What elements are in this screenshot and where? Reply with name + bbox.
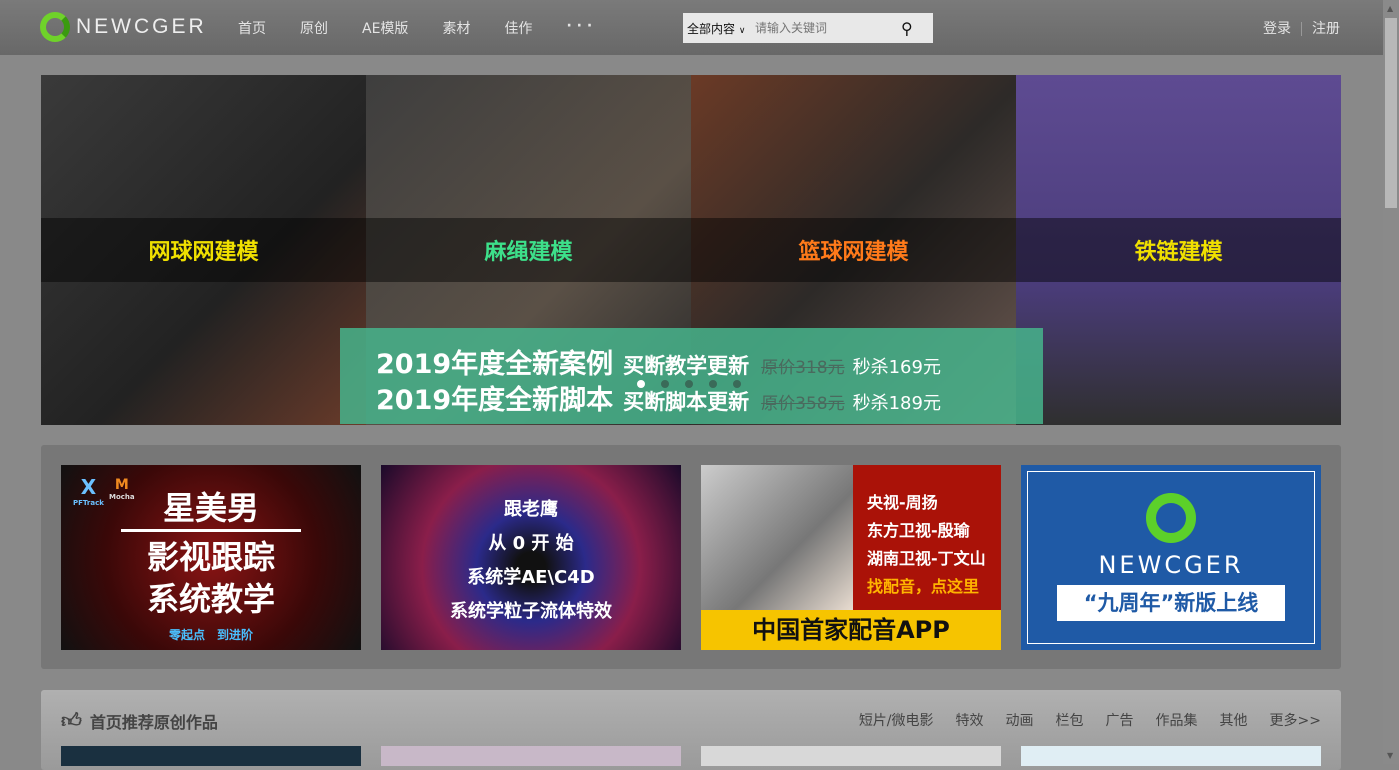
ad-tag: 零起点 到进阶 [61,626,361,643]
carousel-dots [637,380,741,388]
scroll-up-icon[interactable]: ▲ [1387,4,1393,13]
promo-row: 2019年度全新案例买断教学更新原价318元秒杀169元 [376,342,1043,378]
work-thumbnail[interactable] [1021,746,1321,766]
work-thumbnail[interactable] [701,746,1001,766]
promo-new-price: 秒杀189元 [853,389,941,415]
recommend-section: 👍︎ 首页推荐原创作品 短片/微电影 特效 动画 栏包 广告 作品集 其他 更多>… [41,690,1341,770]
ad-footer: 中国首家配音APP [701,610,1001,650]
carousel-dot[interactable] [709,380,717,388]
promo-sub: 买断脚本更新 [623,386,749,416]
panel-label: 铁链建模 [1016,218,1341,282]
ad-line: 从 0 开 始 [381,527,681,561]
brand-name: PFTrack [73,499,104,507]
ad-line: 东方卫视-殷瑜 [867,517,986,545]
nav-ae-templates[interactable]: AE模版 [362,18,408,38]
promo-box[interactable]: 2019年度全新案例买断教学更新原价318元秒杀169元 2019年度全新脚本买… [340,328,1043,424]
nav-original[interactable]: 原创 [300,18,328,38]
category-links: 短片/微电影 特效 动画 栏包 广告 作品集 其他 更多>> [859,710,1321,730]
carousel-dot[interactable] [661,380,669,388]
scrollbar[interactable]: ▲ ▼ [1383,0,1399,764]
chevron-down-icon: ∨ [739,26,746,36]
panel-label: 篮球网建模 [691,218,1016,282]
auth-links: 登录 注册 [1263,18,1340,38]
category-link[interactable]: 动画 [1006,710,1034,730]
panel-label: 麻绳建模 [366,218,691,282]
brand-name: Mocha [109,493,135,501]
panel-label: 网球网建模 [41,218,366,282]
carousel-dot[interactable] [637,380,645,388]
category-link[interactable]: 作品集 [1156,710,1198,730]
category-link[interactable]: 短片/微电影 [859,710,934,730]
banner-panel[interactable]: 铁链建模 [1016,75,1341,425]
section-title: 首页推荐原创作品 [90,709,218,733]
category-link[interactable]: 栏包 [1056,710,1084,730]
ad-line: 跟老鹰 [381,465,681,527]
promo-title: 2019年度全新案例 [376,342,613,381]
hero-carousel[interactable]: 网球网建模 麻绳建模 篮球网建模 铁链建模 2019年度全新案例买断教学更新原价… [41,75,1341,425]
mocha-logo: MMocha [109,477,135,501]
search-icon[interactable]: ⚲ [901,19,913,38]
carousel-dot[interactable] [733,380,741,388]
top-header: NEWCGER 首页 原创 AE模版 素材 佳作 · · · 全部内容 ∨ ⚲ … [0,0,1383,55]
work-thumbnail[interactable] [61,746,361,766]
more-link[interactable]: 更多>> [1270,710,1321,730]
login-link[interactable]: 登录 [1263,21,1291,37]
work-thumbnail[interactable] [381,746,681,766]
ad-cta: 找配音，点这里 [867,573,986,601]
search-input[interactable] [755,21,895,35]
promo-title: 2019年度全新脚本 [376,378,613,417]
ad-line: 湖南卫视-丁文山 [867,545,986,573]
promo-new-price: 秒杀169元 [853,353,941,379]
ad-line: 系统教学 [61,578,361,620]
ad-section: XPFTrack MMocha 星美男 影视跟踪 系统教学 零起点 到进阶 跟老… [41,445,1341,669]
ad-anniversary[interactable]: NEWCGER “九周年”新版上线 [1021,465,1321,650]
scrollbar-thumb[interactable] [1385,18,1397,208]
promo-sub: 买断教学更新 [623,350,749,380]
ad-line: 央视-周扬 [867,489,986,517]
logo-icon [40,12,70,42]
register-link[interactable]: 注册 [1312,21,1340,37]
ad-tracking-course[interactable]: XPFTrack MMocha 星美男 影视跟踪 系统教学 零起点 到进阶 [61,465,361,650]
divider [1301,22,1302,36]
nav-home[interactable]: 首页 [238,18,266,38]
search-scope-label: 全部内容 [687,22,735,36]
scroll-down-icon[interactable]: ▼ [1387,751,1393,760]
nav-more[interactable]: · · · [566,18,592,38]
pftrack-logo: XPFTrack [73,475,104,507]
logo-text: NEWCGER [76,15,207,39]
banner-panel[interactable]: 网球网建模 [41,75,366,425]
thumbs-up-icon: 👍︎ [61,708,82,733]
ad-line: 星美男 [121,487,301,532]
nav-materials[interactable]: 素材 [442,18,470,38]
site-logo[interactable]: NEWCGER [40,12,207,42]
search-scope-select[interactable]: 全部内容 ∨ [683,20,755,37]
category-link[interactable]: 其他 [1220,710,1248,730]
promo-old-price: 原价358元 [761,389,844,414]
main-nav: 首页 原创 AE模版 素材 佳作 · · · [238,18,626,38]
ad-line: 影视跟踪 [61,536,361,578]
category-link[interactable]: 广告 [1106,710,1134,730]
ad-line: 系统学粒子流体特效 [381,595,681,629]
ad-line: 系统学AE\C4D [381,561,681,595]
person-photo [701,465,853,610]
promo-old-price: 原价318元 [761,353,844,378]
ad-ae-c4d-course[interactable]: 跟老鹰 从 0 开 始 系统学AE\C4D 系统学粒子流体特效 [381,465,681,650]
ad-voice-app[interactable]: 央视-周扬 东方卫视-殷瑜 湖南卫视-丁文山 找配音，点这里 中国首家配音APP [701,465,1001,650]
carousel-dot[interactable] [685,380,693,388]
search-bar: 全部内容 ∨ ⚲ [683,13,933,43]
nav-showcase[interactable]: 佳作 [504,18,532,38]
category-link[interactable]: 特效 [956,710,984,730]
